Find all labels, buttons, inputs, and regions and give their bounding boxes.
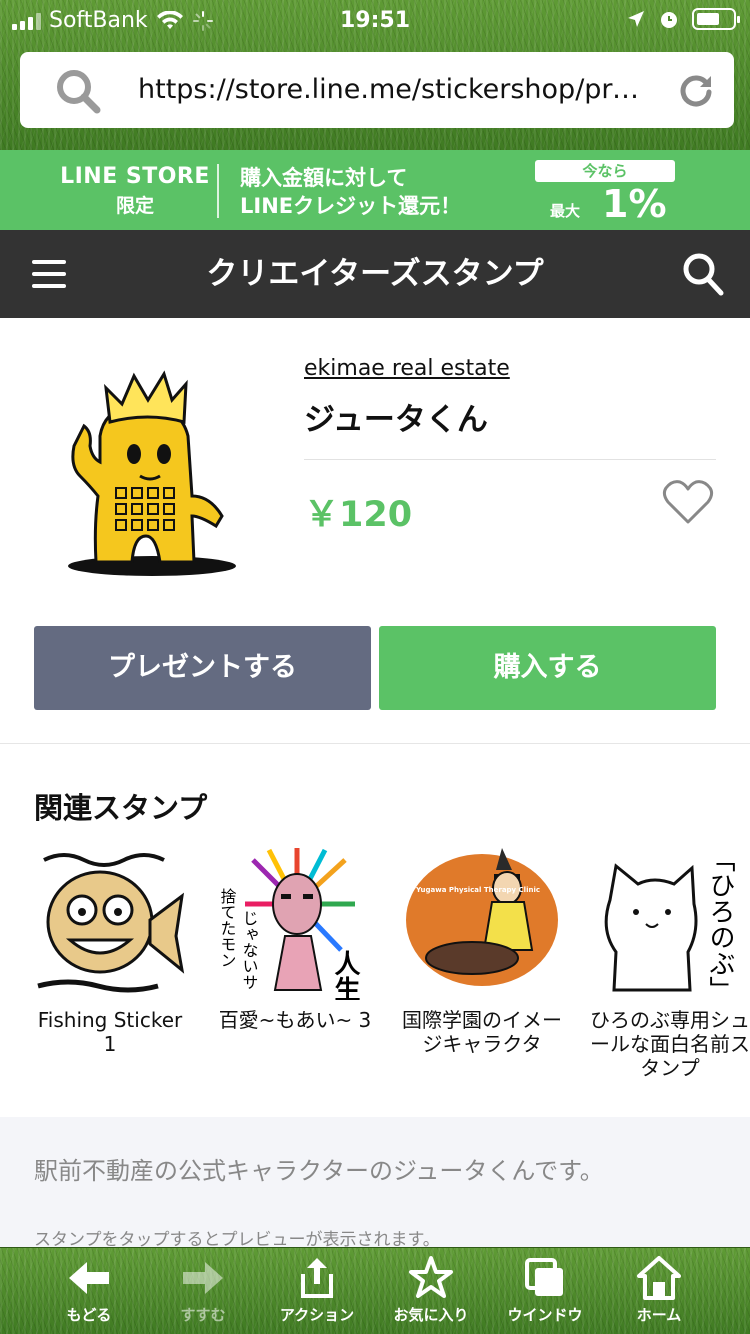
window-label: ウインドウ [507, 1306, 583, 1324]
product-section: ekimae real estate ジュータくん ￥120 プレゼントする 購… [0, 318, 750, 744]
related-heading: 関連スタンプ [34, 791, 208, 825]
promo-message-line2: LINEクレジット還元！ [240, 194, 462, 218]
hironobu-caption: 「ひろのぶ」 [705, 846, 735, 1000]
url-bar[interactable]: https://store.line.me/stickershop/pro… [20, 52, 734, 128]
back-label: もどる [66, 1306, 112, 1324]
back-arrow-icon [69, 1262, 109, 1294]
forward-label: すすむ [180, 1306, 226, 1324]
browser-toolbar: もどる すすむ アクション お気に入り ウインドウ ホーム [0, 1247, 750, 1334]
moai-sticker-image[interactable]: 捨てたモン じゃないサ 人生 [215, 840, 375, 1000]
search-icon[interactable] [54, 68, 102, 114]
url-text[interactable]: https://store.line.me/stickershop/pro… [138, 52, 654, 128]
forward-button[interactable]: すすむ [148, 1254, 258, 1325]
clinic-name: Yugawa Physical Therapy Clinic [415, 886, 540, 894]
fishing-sticker-image[interactable] [30, 840, 190, 1000]
windows-icon [525, 1258, 563, 1296]
window-button[interactable]: ウインドウ [490, 1254, 600, 1325]
promo-brand: LINE STORE [60, 164, 210, 189]
clinic-sticker-image[interactable]: Yugawa Physical Therapy Clinic [402, 840, 562, 1000]
browser-header: SoftBank 19:51 https://store.line.me/sti… [0, 0, 750, 150]
author-link[interactable]: ekimae real estate [304, 356, 510, 381]
related-title: Fishing Sticker 1 [37, 1008, 183, 1056]
moai-caption-2: じゃないサ [240, 910, 259, 990]
favorite-label: お気に入り [393, 1306, 469, 1324]
promo-banner[interactable]: LINE STORE 限定 購入金額に対して LINEクレジット還元！ 今なら … [0, 150, 750, 230]
reload-icon[interactable] [678, 72, 714, 108]
status-bar: SoftBank 19:51 [0, 0, 750, 44]
page-title: クリエイターズスタンプ [206, 256, 544, 292]
back-button[interactable]: もどる [34, 1254, 144, 1325]
moai-kanji: 人生 [330, 950, 360, 1000]
home-label: ホーム [636, 1306, 682, 1324]
product-price: ￥120 [304, 495, 413, 535]
promo-message-line1: 購入金額に対して [240, 166, 408, 190]
related-item-kokusai[interactable]: Yugawa Physical Therapy Clinic 国際学園のイメージ… [402, 840, 562, 1056]
promo-message: 購入金額に対して LINEクレジット還元！ [240, 164, 461, 220]
product-name: ジュータくん [304, 402, 488, 438]
related-title: 国際学園のイメージキャラクタ [402, 1008, 562, 1056]
description-section: 駅前不動産の公式キャラクターのジュータくんです。 スタンプをタップするとプレビュ… [0, 1117, 750, 1250]
heart-icon[interactable] [662, 478, 714, 526]
promo-pill: 今なら [535, 160, 675, 182]
sticker-main-image[interactable] [60, 366, 250, 582]
action-label: アクション [279, 1306, 355, 1324]
home-icon [637, 1256, 681, 1300]
hironobu-sticker-image[interactable]: 「ひろのぶ」 [590, 840, 750, 1000]
present-button[interactable]: プレゼントする [34, 626, 371, 710]
action-button[interactable]: アクション [262, 1254, 372, 1325]
location-icon [628, 11, 644, 27]
promo-max-label: 最大 [550, 202, 581, 220]
related-title: ひろのぶ専用シュールな面白名前スタンプ [590, 1008, 750, 1080]
moai-caption-1: 捨てたモン [218, 888, 237, 968]
forward-arrow-icon [183, 1262, 223, 1294]
divider [304, 459, 716, 460]
related-title: 百愛~もあい~ 3 [218, 1008, 372, 1032]
related-item-hironobu[interactable]: 「ひろのぶ」 ひろのぶ専用シュールな面白名前スタンプ [590, 840, 750, 1080]
home-button[interactable]: ホーム [604, 1254, 714, 1325]
favorite-button[interactable]: お気に入り [376, 1254, 486, 1325]
related-stickers: 関連スタンプ Fishing Sticker 1 捨てたモン じゃないサ 人生 … [0, 745, 750, 1117]
promo-limited: 限定 [115, 195, 154, 217]
description-text: 駅前不動産の公式キャラクターのジュータくんです。 [34, 1157, 604, 1185]
battery-icon [692, 8, 740, 30]
buy-button[interactable]: 購入する [379, 626, 716, 710]
related-item-moai[interactable]: 捨てたモン じゃないサ 人生 百愛~もあい~ 3 [215, 840, 375, 1032]
share-icon [301, 1258, 333, 1298]
related-item-fishing[interactable]: Fishing Sticker 1 [30, 840, 190, 1056]
alarm-icon [661, 12, 677, 28]
search-icon[interactable] [680, 250, 726, 298]
star-icon [409, 1256, 453, 1298]
promo-divider [217, 164, 219, 218]
promo-percent: 1% [602, 182, 667, 226]
store-navbar: クリエイターズスタンプ [0, 230, 750, 318]
